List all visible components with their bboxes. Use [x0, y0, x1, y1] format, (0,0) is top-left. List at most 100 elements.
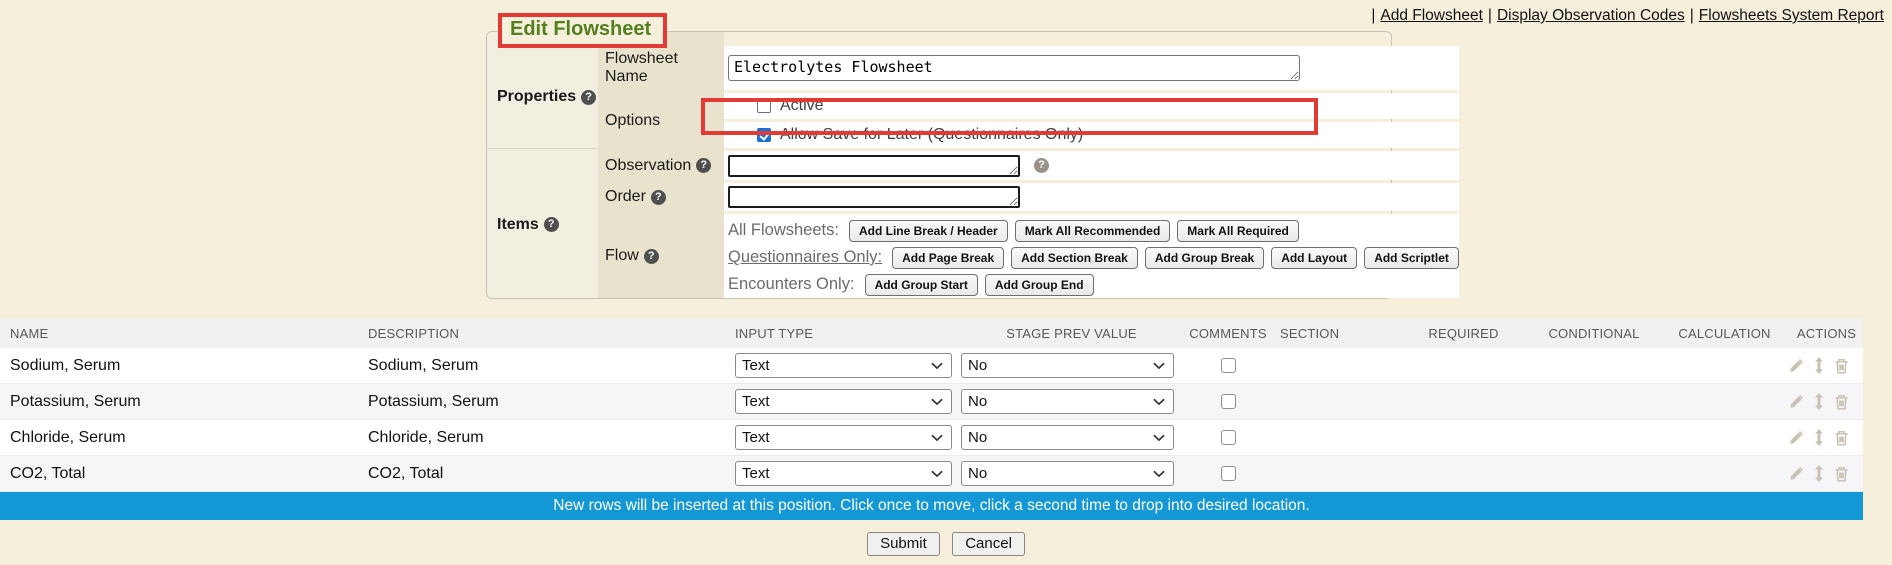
- actions-cell: [1790, 357, 1863, 374]
- edit-icon[interactable]: [1788, 466, 1804, 482]
- allow-save-checkbox-label: Allow Save for Later (Questionnaires Onl…: [780, 126, 1083, 144]
- option-allow-row: Allow Save for Later (Questionnaires Onl…: [724, 122, 1459, 148]
- delete-icon[interactable]: [1834, 466, 1849, 482]
- chevron-down-icon: [1153, 465, 1165, 482]
- move-row-icon[interactable]: [1813, 429, 1825, 446]
- input-type-cell: Text: [735, 461, 958, 486]
- input-type-select[interactable]: Text: [735, 389, 952, 414]
- insert-position-bar[interactable]: New rows will be inserted at this positi…: [0, 492, 1863, 520]
- delete-icon[interactable]: [1834, 358, 1849, 374]
- order-help-icon[interactable]: ?: [651, 190, 666, 205]
- actions-cell: [1790, 429, 1863, 446]
- table-body: Sodium, SerumSodium, SerumTextNoPotassiu…: [0, 348, 1863, 492]
- comments-checkbox[interactable]: [1221, 430, 1236, 445]
- column-header-stage-prev-value: STAGE PREV VALUE: [958, 326, 1185, 341]
- actions-cell: [1790, 465, 1863, 482]
- comments-checkbox[interactable]: [1221, 466, 1236, 481]
- add-scriptlet-button[interactable]: Add Scriptlet: [1364, 247, 1459, 269]
- allow-save-checkbox[interactable]: [757, 128, 771, 142]
- row-name: Potassium, Serum: [0, 393, 368, 411]
- row-description: CO2, Total: [368, 465, 735, 483]
- flow-group: Questionnaires Only: Add Page Break Add Se…: [728, 244, 1459, 271]
- comments-checkbox[interactable]: [1221, 394, 1236, 409]
- stage-prev-value-select[interactable]: No: [961, 461, 1174, 486]
- chevron-down-icon: [1153, 429, 1165, 446]
- add-layout-button[interactable]: Add Layout: [1271, 247, 1357, 269]
- topbar-link-flowsheets-system-report[interactable]: Flowsheets System Report: [1699, 7, 1884, 24]
- observation-input[interactable]: [728, 155, 1020, 177]
- input-type-select[interactable]: Text: [735, 425, 952, 450]
- row-name: Sodium, Serum: [0, 357, 368, 375]
- row-description: Potassium, Serum: [368, 393, 735, 411]
- column-header-input-type: INPUT TYPE: [735, 326, 958, 341]
- observation-input-help-icon[interactable]: ?: [1034, 158, 1049, 173]
- chevron-down-icon: [931, 357, 943, 374]
- add-line-break-header-button[interactable]: Add Line Break / Header: [849, 220, 1008, 242]
- add-group-start-button[interactable]: Add Group Start: [865, 274, 978, 296]
- move-row-icon[interactable]: [1813, 357, 1825, 374]
- flow-group: Encounters Only: Add Group Start Add Group…: [728, 271, 1459, 298]
- table-row: CO2, TotalCO2, TotalTextNo: [0, 456, 1863, 492]
- edit-icon[interactable]: [1788, 430, 1804, 446]
- flow-label: Flow ?: [598, 214, 724, 298]
- comments-cell: [1185, 394, 1271, 409]
- column-header-calculation: CALCULATION: [1659, 326, 1790, 341]
- input-type-select[interactable]: Text: [735, 353, 952, 378]
- actions-cell: [1790, 393, 1863, 410]
- order-input[interactable]: [728, 186, 1020, 208]
- topbar-link-display-observation-codes[interactable]: Display Observation Codes: [1497, 7, 1685, 24]
- stage-prev-value-select[interactable]: No: [961, 389, 1174, 414]
- add-page-break-button[interactable]: Add Page Break: [892, 247, 1004, 269]
- observation-help-icon[interactable]: ?: [696, 158, 711, 173]
- column-header-conditional: CONDITIONAL: [1529, 326, 1659, 341]
- active-checkbox[interactable]: [757, 99, 771, 113]
- stage-prev-value-select-value: No: [968, 465, 987, 482]
- row-description: Chloride, Serum: [368, 429, 735, 447]
- edit-icon[interactable]: [1788, 394, 1804, 410]
- column-header-required: REQUIRED: [1398, 326, 1529, 341]
- submit-button[interactable]: Submit: [867, 532, 940, 556]
- flowsheet-name-input[interactable]: Electrolytes Flowsheet: [728, 55, 1300, 81]
- observation-label: Observation ?: [598, 151, 724, 180]
- add-group-end-button[interactable]: Add Group End: [985, 274, 1094, 296]
- input-type-select-value: Text: [742, 465, 770, 482]
- stage-prev-value-cell: No: [958, 353, 1185, 378]
- flow-group-label: Encounters Only:: [728, 275, 855, 294]
- chevron-down-icon: [1153, 393, 1165, 410]
- flow-help-icon[interactable]: ?: [644, 249, 659, 264]
- delete-icon[interactable]: [1834, 394, 1849, 410]
- mark-all-required-button[interactable]: Mark All Required: [1177, 220, 1299, 242]
- delete-icon[interactable]: [1834, 430, 1849, 446]
- chevron-down-icon: [1153, 357, 1165, 374]
- add-section-break-button[interactable]: Add Section Break: [1011, 247, 1138, 269]
- add-group-break-button[interactable]: Add Group Break: [1145, 247, 1264, 269]
- topbar-link-add-flowsheet[interactable]: Add Flowsheet: [1380, 7, 1483, 24]
- row-name: Chloride, Serum: [0, 429, 368, 447]
- column-header-comments: COMMENTS: [1185, 326, 1271, 341]
- comments-checkbox[interactable]: [1221, 358, 1236, 373]
- stage-prev-value-select[interactable]: No: [961, 353, 1174, 378]
- edit-icon[interactable]: [1788, 358, 1804, 374]
- flow-group-label[interactable]: Questionnaires Only:: [728, 248, 882, 267]
- row-description: Sodium, Serum: [368, 357, 735, 375]
- stage-prev-value-cell: No: [958, 425, 1185, 450]
- table-row: Potassium, SerumPotassium, SerumTextNo: [0, 384, 1863, 420]
- move-row-icon[interactable]: [1813, 393, 1825, 410]
- properties-help-icon[interactable]: ?: [581, 90, 596, 105]
- move-row-icon[interactable]: [1813, 465, 1825, 482]
- items-help-icon[interactable]: ?: [544, 217, 559, 232]
- options-label: Options: [598, 93, 724, 148]
- input-type-select[interactable]: Text: [735, 461, 952, 486]
- topbar-links: |Add Flowsheet|Display Observation Codes…: [1366, 7, 1884, 25]
- flow-lines: All Flowsheets:Add Line Break / HeaderMa…: [728, 217, 1459, 298]
- stage-prev-value-select[interactable]: No: [961, 425, 1174, 450]
- mark-all-recommended-button[interactable]: Mark All Recommended: [1015, 220, 1171, 242]
- properties-section-label: Properties ?: [487, 46, 598, 148]
- page-title: Edit Flowsheet: [510, 18, 651, 40]
- input-type-select-value: Text: [742, 429, 770, 446]
- items-section-label: Items ?: [487, 151, 598, 298]
- stage-prev-value-select-value: No: [968, 429, 987, 446]
- stage-prev-value-cell: No: [958, 389, 1185, 414]
- cancel-button[interactable]: Cancel: [952, 532, 1025, 556]
- comments-cell: [1185, 466, 1271, 481]
